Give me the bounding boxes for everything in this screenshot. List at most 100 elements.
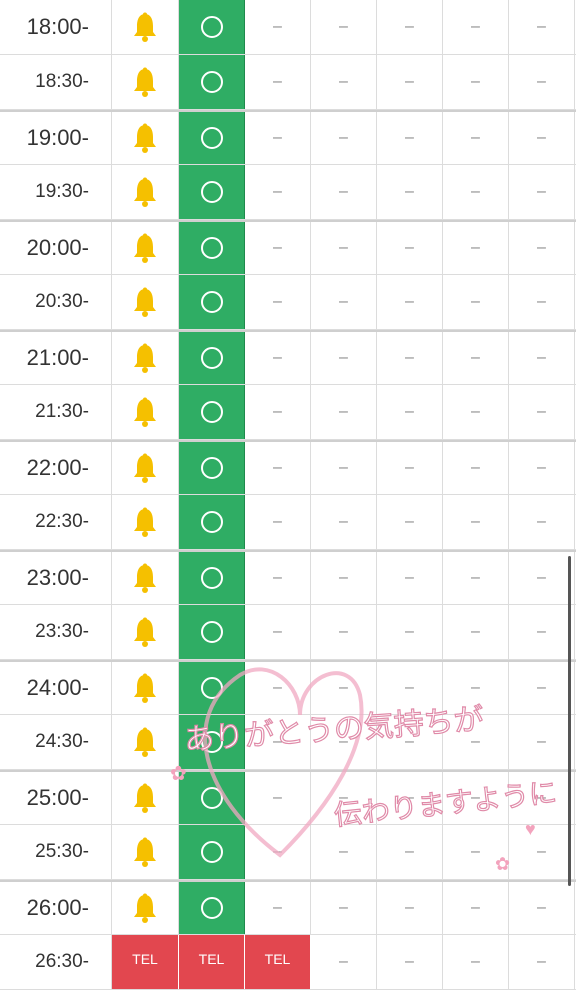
dash-mark: – <box>537 843 546 860</box>
dash-mark: – <box>339 679 348 696</box>
slot-available[interactable] <box>179 605 245 659</box>
tel-button[interactable]: TEL <box>179 935 245 989</box>
table-row: 23:00- – – – – – <box>0 550 576 605</box>
slot-available[interactable] <box>179 442 245 494</box>
time-label: 19:30- <box>0 165 112 219</box>
dash-mark: – <box>273 569 282 586</box>
slot-unavailable: – <box>509 662 575 714</box>
time-label: 20:00- <box>0 222 112 274</box>
slot-unavailable: – <box>245 772 311 824</box>
slot-available[interactable] <box>179 552 245 604</box>
slot-unavailable: – <box>509 0 575 54</box>
slot-unavailable: – <box>245 442 311 494</box>
slot-available[interactable] <box>179 825 245 879</box>
slot-unavailable: – <box>245 112 311 164</box>
bell-icon[interactable] <box>112 772 179 824</box>
slot-unavailable: – <box>509 442 575 494</box>
slot-unavailable: – <box>509 605 575 659</box>
bell-icon[interactable] <box>112 605 179 659</box>
dash-mark: – <box>273 843 282 860</box>
slot-available[interactable] <box>179 772 245 824</box>
bell-icon[interactable] <box>112 385 179 439</box>
table-row: 22:30- – – – – – <box>0 495 576 550</box>
bell-icon[interactable] <box>112 332 179 384</box>
circle-icon <box>200 16 223 38</box>
dash-mark: – <box>405 953 414 970</box>
dash-mark: – <box>273 183 282 200</box>
bell-icon[interactable] <box>112 55 179 109</box>
dash-mark: – <box>339 183 348 200</box>
bell-icon[interactable] <box>112 275 179 329</box>
bell-icon[interactable] <box>112 442 179 494</box>
circle-icon <box>200 347 223 369</box>
bell-icon[interactable] <box>112 825 179 879</box>
slot-unavailable: – <box>245 495 311 549</box>
bell-icon[interactable] <box>112 662 179 714</box>
table-row: 25:00- – – – – – <box>0 770 576 825</box>
circle-icon <box>200 897 223 919</box>
dash-mark: – <box>273 129 282 146</box>
dash-mark: – <box>537 513 546 530</box>
circle-icon <box>200 787 223 809</box>
dash-mark: – <box>273 293 282 310</box>
bell-icon[interactable] <box>112 112 179 164</box>
slot-available[interactable] <box>179 332 245 384</box>
dash-mark: – <box>471 679 480 696</box>
dash-mark: – <box>273 623 282 640</box>
bell-icon[interactable] <box>112 0 179 54</box>
slot-available[interactable] <box>179 0 245 54</box>
slot-unavailable: – <box>377 275 443 329</box>
slot-available[interactable] <box>179 112 245 164</box>
slot-available[interactable] <box>179 222 245 274</box>
dash-mark: – <box>339 239 348 256</box>
table-row: 19:00- – – – – – <box>0 110 576 165</box>
time-label: 23:00- <box>0 552 112 604</box>
bell-icon[interactable] <box>112 882 179 934</box>
dash-mark: – <box>339 789 348 806</box>
dash-mark: – <box>405 899 414 916</box>
circle-icon <box>200 127 223 149</box>
dash-mark: – <box>273 73 282 90</box>
dash-mark: – <box>471 733 480 750</box>
bell-icon[interactable] <box>112 495 179 549</box>
table-row: 20:30- – – – – – <box>0 275 576 330</box>
tel-button[interactable]: TEL <box>245 935 311 989</box>
slot-available[interactable] <box>179 882 245 934</box>
slot-unavailable: – <box>377 772 443 824</box>
bell-icon[interactable] <box>112 552 179 604</box>
slot-unavailable: – <box>245 552 311 604</box>
dash-mark: – <box>537 733 546 750</box>
scrollbar[interactable] <box>568 556 571 886</box>
slot-unavailable: – <box>509 112 575 164</box>
slot-available[interactable] <box>179 495 245 549</box>
dash-mark: – <box>339 293 348 310</box>
slot-unavailable: – <box>509 882 575 934</box>
slot-available[interactable] <box>179 275 245 329</box>
slot-available[interactable] <box>179 662 245 714</box>
dash-mark: – <box>537 623 546 640</box>
slot-unavailable: – <box>377 0 443 54</box>
table-row: 25:30- – – – – – <box>0 825 576 880</box>
slot-available[interactable] <box>179 715 245 769</box>
slot-unavailable: – <box>443 825 509 879</box>
bell-icon[interactable] <box>112 715 179 769</box>
dash-mark: – <box>471 513 480 530</box>
tel-button[interactable]: TEL <box>112 935 179 989</box>
table-row: 21:00- – – – – – <box>0 330 576 385</box>
slot-available[interactable] <box>179 385 245 439</box>
slot-unavailable: – <box>377 55 443 109</box>
bell-icon[interactable] <box>112 222 179 274</box>
slot-unavailable: – <box>443 0 509 54</box>
table-row: 23:30- – – – – – <box>0 605 576 660</box>
dash-mark: – <box>537 459 546 476</box>
slot-available[interactable] <box>179 55 245 109</box>
dash-mark: – <box>339 623 348 640</box>
dash-mark: – <box>273 513 282 530</box>
dash-mark: – <box>405 293 414 310</box>
circle-icon <box>200 181 223 203</box>
slot-unavailable: – <box>443 662 509 714</box>
slot-available[interactable] <box>179 165 245 219</box>
dash-mark: – <box>405 239 414 256</box>
slot-unavailable: – <box>311 772 377 824</box>
bell-icon[interactable] <box>112 165 179 219</box>
